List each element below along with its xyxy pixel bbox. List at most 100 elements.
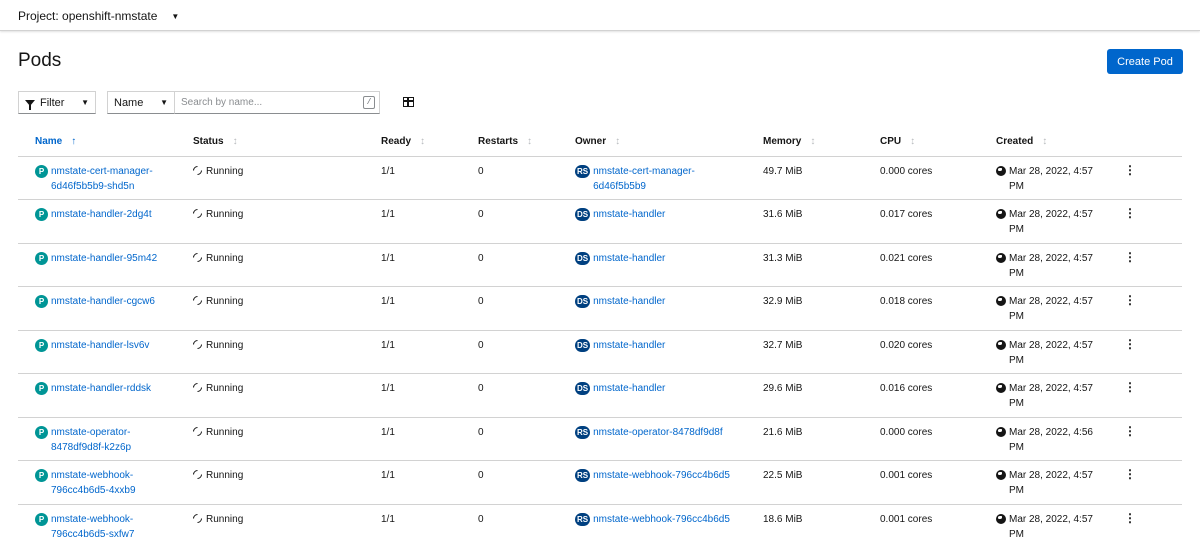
status-cell: Running [191,461,381,505]
pod-name-link[interactable]: nmstate-handler-cgcw6 [51,294,155,309]
kebab-menu-icon[interactable]: ⋮ [1124,294,1136,306]
column-header-restarts[interactable]: Restarts ↕ [478,128,575,157]
pod-badge-icon: P [35,469,48,482]
manage-columns-icon[interactable] [403,97,414,107]
owner-kind-badge: DS [575,208,591,221]
column-label: Owner [575,136,607,148]
restarts-cell: 0 [478,339,484,351]
status-text: Running [206,209,244,220]
ready-cell: 1/1 [381,426,395,438]
column-header-cpu[interactable]: CPU ↕ [880,128,996,157]
column-label: Memory [763,136,802,148]
column-header-name[interactable]: Name ↑ [18,128,193,157]
cpu-cell: 0.017 cores [880,209,933,220]
owner-link[interactable]: nmstate-cert-manager- 6d46f5b5b9 [593,164,695,194]
sync-icon [191,294,204,307]
status-cell: Running [191,374,381,418]
status-text: Running [206,252,244,264]
column-header-memory[interactable]: Memory ↕ [763,128,880,157]
create-pod-button[interactable]: Create Pod [1107,49,1183,74]
owner-link[interactable]: nmstate-handler [593,381,665,396]
pod-name-link[interactable]: nmstate-webhook- 796cc4b6d5-sxfw7 [51,512,134,542]
filter-icon [25,99,35,110]
pod-name-cell: Pnmstate-handler-cgcw6 [18,287,193,331]
ready-cell: 1/1 [381,470,395,481]
actions-cell: ⋮ [1124,287,1182,331]
created-timestamp: Mar 28, 2022, 4:57 PM [1009,470,1093,496]
column-header-status[interactable]: Status ↕ [193,128,381,157]
owner-link[interactable]: nmstate-webhook-796cc4b6d5 [593,512,730,527]
pod-badge-icon: P [35,295,48,308]
caret-down-icon: ▼ [81,98,89,107]
sync-icon [191,468,204,481]
pod-name-cell: Pnmstate-cert-manager- 6d46f5b5b9-shd5n [18,156,193,200]
owner-cell: RS nmstate-webhook-796cc4b6d5 [575,504,763,547]
kebab-menu-icon[interactable]: ⋮ [1124,251,1136,263]
kebab-menu-icon[interactable]: ⋮ [1124,338,1136,350]
memory-cell: 32.7 MiB [763,339,803,351]
search-by-name-input[interactable] [175,91,380,114]
owner-link[interactable]: nmstate-webhook-796cc4b6d5 [593,468,730,483]
pod-name-cell: Pnmstate-handler-lsv6v [18,330,193,374]
kebab-menu-icon[interactable]: ⋮ [1124,425,1136,437]
sync-icon [191,250,204,264]
name-filter-type-dropdown[interactable]: Name ▼ [107,91,175,114]
column-header-created[interactable]: Created ↕ [996,128,1124,157]
kebab-menu-icon[interactable]: ⋮ [1124,164,1136,176]
owner-link[interactable]: nmstate-handler [593,294,665,309]
project-selector[interactable]: Project: openshift-nmstate ▼ [18,9,179,23]
column-label: Restarts [478,136,519,148]
kebab-menu-icon[interactable]: ⋮ [1124,381,1136,393]
cpu-cell: 0.001 cores [880,470,933,481]
pod-name-link[interactable]: nmstate-handler-2dg4t [51,207,152,222]
globe-icon [996,165,1006,176]
memory-cell: 32.9 MiB [763,296,803,307]
pod-name-link[interactable]: nmstate-operator- 8478df9d8f-k2z6p [51,425,131,455]
owner-link[interactable]: nmstate-operator-8478df9d8f [593,425,723,440]
filter-dropdown[interactable]: Filter ▼ [18,91,96,114]
kebab-menu-icon[interactable]: ⋮ [1124,512,1136,524]
created-timestamp: Mar 28, 2022, 4:57 PM [1009,252,1093,279]
kebab-menu-icon[interactable]: ⋮ [1124,468,1136,480]
pod-name-cell: Pnmstate-handler-2dg4t [18,200,193,244]
pod-name-link[interactable]: nmstate-handler-lsv6v [51,338,149,353]
sync-icon [191,511,204,525]
sort-icon: ↕ [615,136,621,148]
owner-kind-badge: DS [575,382,591,395]
pod-name-cell: Pnmstate-handler-95m42 [18,243,193,287]
column-header-ready[interactable]: Ready ↕ [381,128,478,157]
filter-label: Filter [40,96,65,109]
owner-kind-badge: RS [575,469,591,482]
status-text: Running [206,513,244,525]
pod-badge-icon: P [35,512,48,526]
pod-name-link[interactable]: nmstate-handler-rddsk [51,381,151,396]
pod-badge-icon: P [35,164,48,178]
cpu-cell: 0.018 cores [880,296,933,307]
pod-name-link[interactable]: nmstate-webhook- 796cc4b6d5-4xxb9 [51,468,136,498]
sort-icon: ↕ [420,136,426,148]
globe-icon [996,252,1006,263]
pod-name-link[interactable]: nmstate-cert-manager- 6d46f5b5b9-shd5n [51,164,153,194]
kebab-menu-icon[interactable]: ⋮ [1124,207,1136,219]
caret-down-icon: ▼ [160,98,168,107]
owner-link[interactable]: nmstate-handler [593,207,665,222]
ready-cell: 1/1 [381,252,395,264]
ready-cell: 1/1 [381,209,395,220]
created-cell: Mar 28, 2022, 4:57 PM [996,200,1124,244]
restarts-cell: 0 [478,252,484,264]
pod-name-link[interactable]: nmstate-handler-95m42 [51,251,157,266]
cpu-cell: 0.001 cores [880,513,933,525]
created-cell: Mar 28, 2022, 4:57 PM [996,156,1124,200]
pod-name-cell: Pnmstate-operator- 8478df9d8f-k2z6p [18,417,193,461]
status-cell: Running [191,156,381,200]
status-cell: Running [191,243,381,287]
column-header-owner[interactable]: Owner ↕ [575,128,763,157]
column-label: Status [193,136,224,148]
table-row: Pnmstate-handler-cgcw6 Running 1/1 0 DS nmsta… [18,287,1182,331]
actions-cell: ⋮ [1124,243,1182,287]
owner-link[interactable]: nmstate-handler [593,338,665,353]
owner-link[interactable]: nmstate-handler [593,251,665,266]
created-cell: Mar 28, 2022, 4:57 PM [996,374,1124,418]
owner-kind-badge: DS [575,295,591,308]
created-timestamp: Mar 28, 2022, 4:57 PM [1009,296,1093,322]
